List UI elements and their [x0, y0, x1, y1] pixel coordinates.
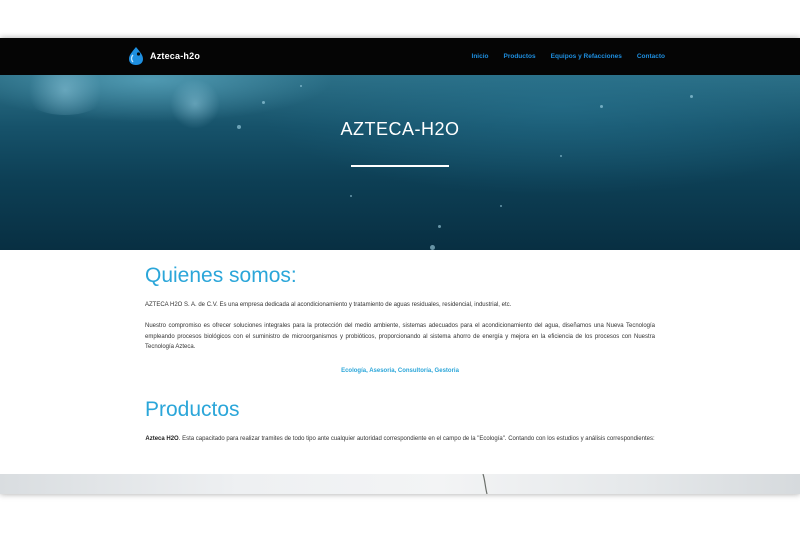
hero-title: AZTECA-H2O — [340, 119, 460, 139]
next-section-image-strip — [0, 474, 800, 494]
brand[interactable]: Azteca-h2o — [127, 46, 200, 66]
hero-bubble — [600, 105, 603, 108]
services-tags: Ecología, Asesoria, Consultoría, Gestori… — [341, 368, 459, 374]
about-paragraph-2: Nuestro compromiso es ofrecer soluciones… — [145, 323, 655, 350]
hero-bubble — [430, 245, 435, 250]
browser-page: Azteca-h2o Inicio Productos Equipos y Re… — [0, 38, 800, 494]
nav-link-productos[interactable]: Productos — [504, 53, 536, 60]
hero-banner: AZTECA-H2O — [0, 75, 800, 250]
nav-link-equipos[interactable]: Equipos y Refacciones — [551, 53, 622, 60]
hero-bubble — [300, 85, 302, 87]
nav-link-contacto[interactable]: Contacto — [637, 53, 665, 60]
hero-bubble — [500, 205, 502, 207]
products-intro-bold: Azteca H2O — [145, 436, 179, 442]
hero-bubble — [350, 195, 352, 197]
hero-bubble — [560, 155, 562, 157]
water-drop-logo-icon — [129, 47, 143, 65]
nav-link-inicio[interactable]: Inicio — [472, 53, 489, 60]
main-nav: Inicio Productos Equipos y Refacciones C… — [472, 38, 665, 75]
about-heading: Quienes somos: — [145, 264, 297, 287]
about-paragraph-1: AZTECA H2O S. A. de C.V. Es una empresa … — [145, 302, 512, 308]
hero-divider — [351, 165, 449, 167]
hero-bubble — [690, 95, 693, 98]
plant-stem-graphic — [482, 474, 488, 494]
products-intro: Azteca H2O. Esta capacitado para realiza… — [145, 434, 655, 445]
products-intro-text: . Esta capacitado para realizar tramites… — [178, 436, 655, 442]
brand-name: Azteca-h2o — [150, 51, 201, 61]
hero-light-blur — [20, 75, 110, 115]
products-heading: Productos — [145, 398, 240, 421]
hero-bubble — [262, 101, 265, 104]
navbar: Azteca-h2o Inicio Productos Equipos y Re… — [0, 38, 800, 75]
hero-bubble — [438, 225, 441, 228]
